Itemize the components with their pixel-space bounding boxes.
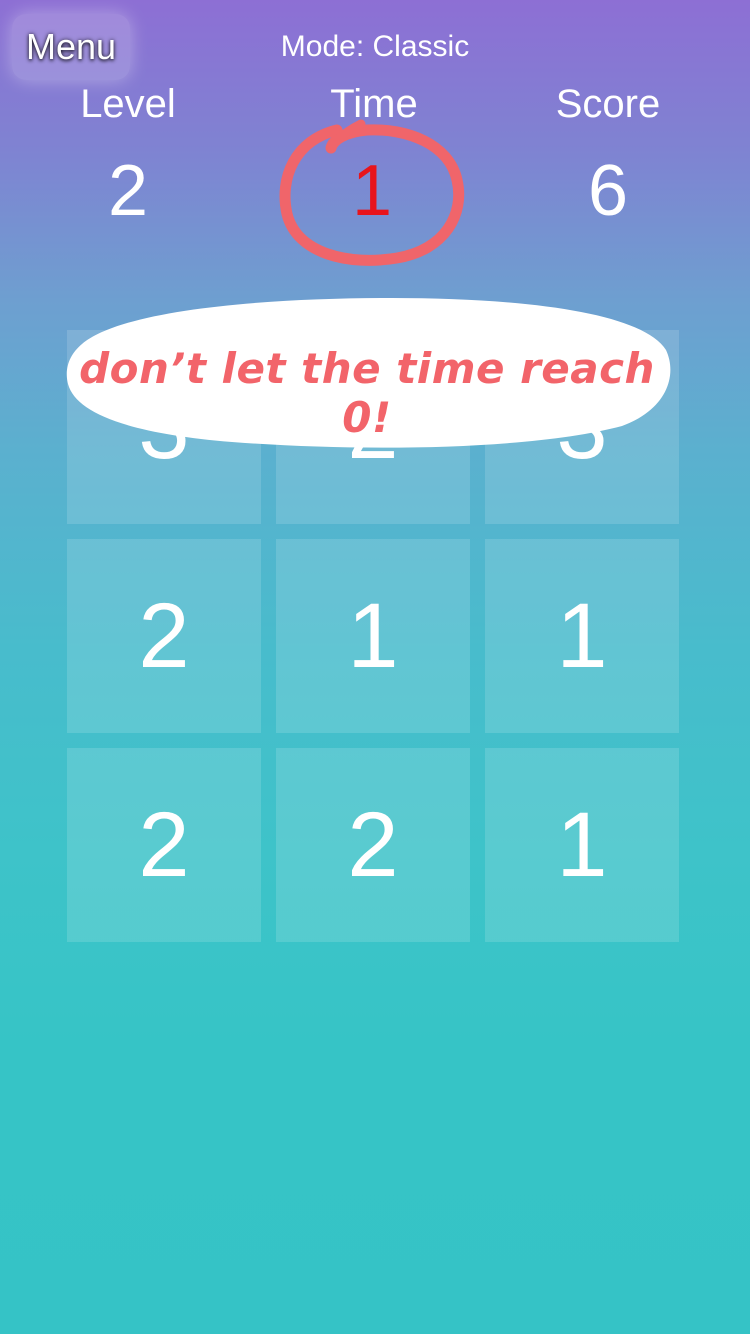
tile-r2-c3[interactable]: 1	[485, 539, 679, 733]
tile-r3-c3[interactable]: 1	[485, 748, 679, 942]
level-title: Level	[80, 82, 176, 126]
tile-r2-c1[interactable]: 2	[67, 539, 261, 733]
tip-callout-text: don’t let the time reach 0!	[79, 344, 655, 442]
tile-r2-c2[interactable]: 1	[276, 539, 470, 733]
mode-label: Mode: Classic	[280, 30, 470, 63]
timer-highlight-circle	[279, 119, 465, 266]
tile-r3-c2[interactable]: 2	[276, 748, 470, 942]
score-title: Score	[555, 82, 661, 126]
tile-r3-c1[interactable]: 2	[67, 748, 261, 942]
score-value: 6	[587, 151, 629, 231]
level-value: 2	[107, 151, 149, 231]
